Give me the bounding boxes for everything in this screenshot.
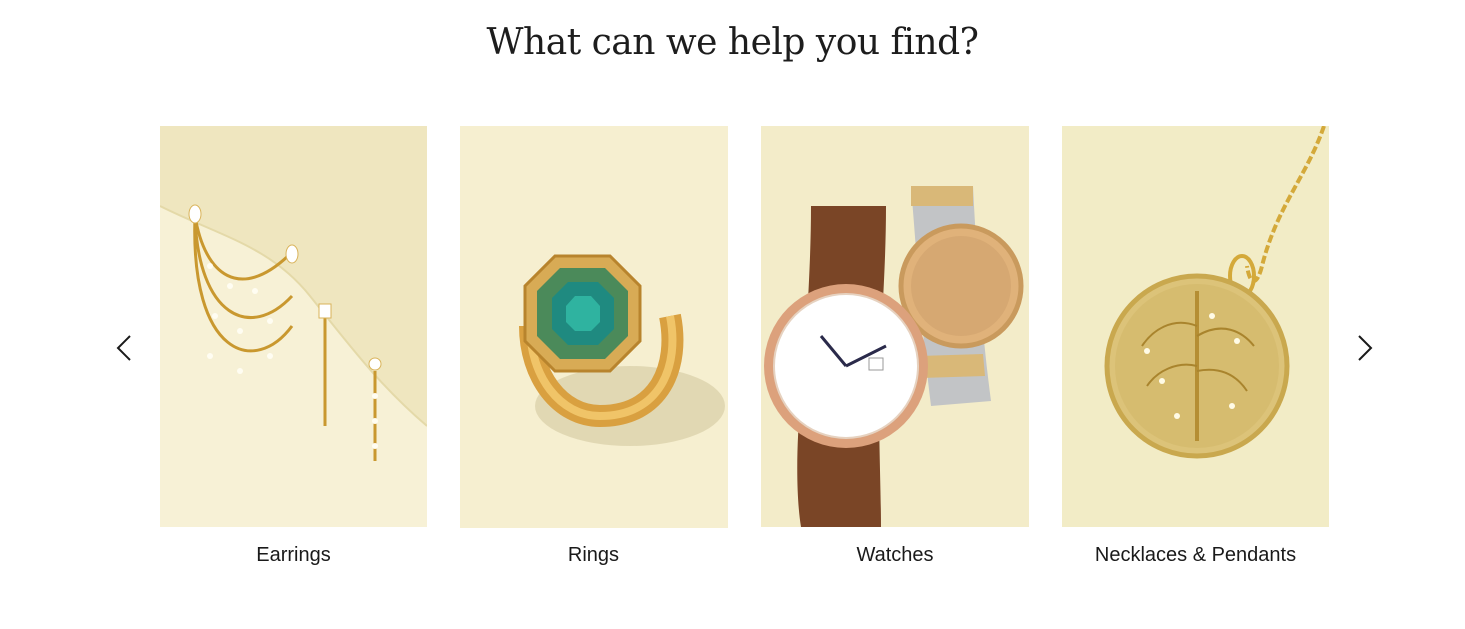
carousel-prev-button[interactable]: [109, 333, 139, 363]
rings-image: [460, 126, 728, 528]
carousel-next-button[interactable]: [1350, 333, 1380, 363]
category-carousel: Earrings Rings Watches Necklaces & Penda…: [0, 0, 1465, 629]
category-card-watches[interactable]: Watches: [761, 126, 1029, 566]
earrings-image: [160, 126, 427, 527]
chevron-left-icon: [116, 335, 131, 361]
category-label: Earrings: [256, 544, 331, 566]
watches-image: [761, 126, 1029, 527]
category-card-necklaces-pendants[interactable]: Necklaces & Pendants: [1062, 126, 1329, 566]
category-card-earrings[interactable]: Earrings: [160, 126, 427, 566]
category-label: Necklaces & Pendants: [1094, 544, 1297, 566]
necklaces-pendants-image: [1062, 126, 1329, 527]
category-card-rings[interactable]: Rings: [460, 126, 728, 566]
category-label: Watches: [856, 544, 934, 566]
category-label: Rings: [567, 544, 620, 566]
chevron-right-icon: [1358, 335, 1373, 361]
